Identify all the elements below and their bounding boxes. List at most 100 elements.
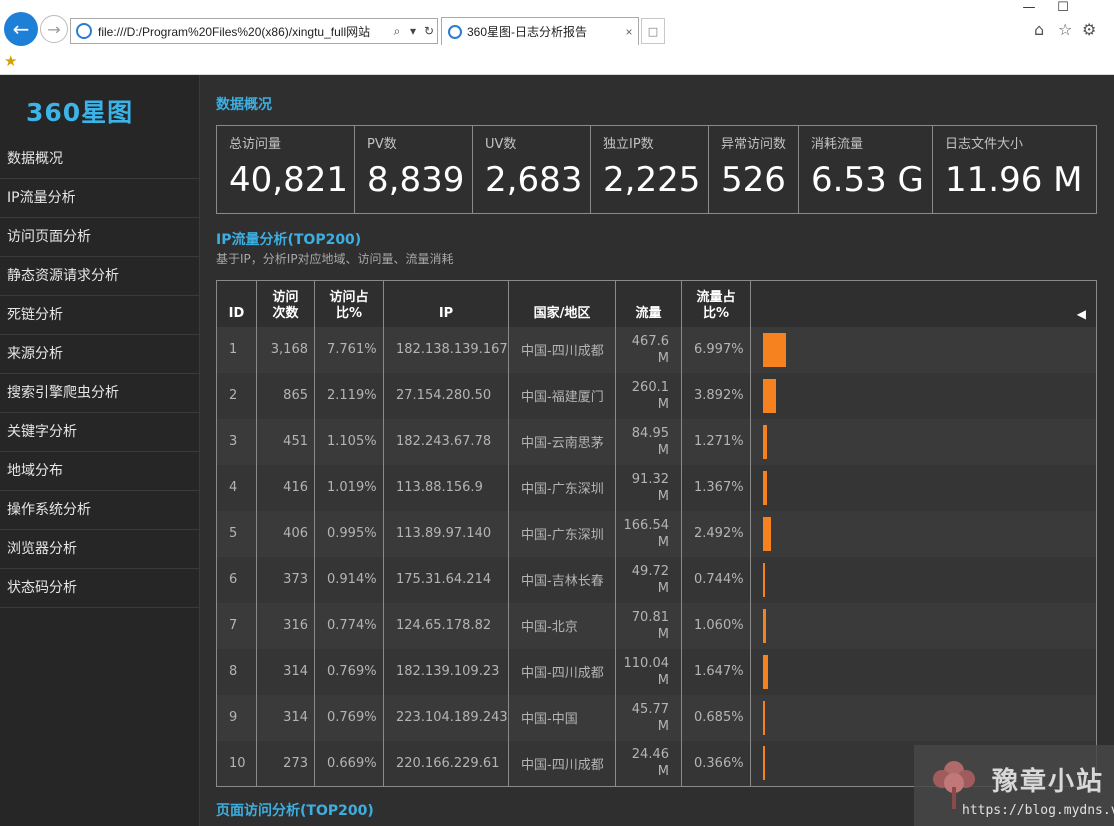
- stat-value: 2,225: [603, 160, 701, 200]
- ie-page-icon: [76, 23, 92, 39]
- cell-visits: 406: [256, 510, 315, 557]
- col-flow-share-label-1: 流量占: [696, 289, 736, 305]
- col-visits[interactable]: 访问 次数: [256, 280, 315, 327]
- cell-id: 9: [216, 694, 257, 741]
- cell-visits: 373: [256, 556, 315, 603]
- flow-share-bar: [763, 470, 768, 505]
- cell-region: 中国-中国: [508, 694, 616, 741]
- col-region[interactable]: 国家/地区: [508, 280, 616, 327]
- col-ip[interactable]: IP: [383, 280, 509, 327]
- address-bar[interactable]: file:///D:/Program%20Files%20(x86)/xingt…: [70, 18, 438, 44]
- cell-flow-share: 1.271%: [681, 418, 751, 465]
- table-row: 4 416 1.019% 113.88.156.9 中国-广东深圳 91.32 M 1.367…: [216, 464, 1097, 511]
- cell-id: 1: [216, 326, 257, 373]
- sidebar-item-os[interactable]: 操作系统分析: [0, 491, 200, 530]
- maximize-button[interactable]: ☐: [1048, 0, 1078, 15]
- col-flow-share[interactable]: 流量占 比%: [681, 280, 751, 327]
- flow-unit: M: [657, 626, 669, 642]
- flow-number: 166.54: [623, 517, 670, 533]
- new-tab-button[interactable]: □: [641, 18, 665, 44]
- flow-share-bar: [763, 746, 765, 781]
- stat-log-size: 日志文件大小 11.96 M: [933, 126, 1096, 213]
- cell-flow-share: 0.366%: [681, 740, 751, 787]
- search-icon[interactable]: ⌕: [389, 24, 405, 39]
- cell-ip: 220.166.229.61: [383, 740, 509, 787]
- flow-number: 260.1: [631, 379, 669, 395]
- sidebar-nav: 数据概况 IP流量分析 访问页面分析 静态资源请求分析 死链分析 来源分析 搜索…: [0, 140, 200, 608]
- col-share-label-1: 访问占: [329, 289, 369, 305]
- col-id[interactable]: ID: [216, 280, 257, 327]
- cell-ip: 182.243.67.78: [383, 418, 509, 465]
- refresh-icon[interactable]: ↻: [421, 24, 437, 38]
- cell-ip: 124.65.178.82: [383, 602, 509, 649]
- sidebar-item-overview[interactable]: 数据概况: [0, 140, 200, 179]
- app-logo[interactable]: 360星图: [26, 93, 133, 129]
- address-url[interactable]: file:///D:/Program%20Files%20(x86)/xingt…: [98, 23, 389, 40]
- cell-flow: 166.54 M: [615, 510, 682, 557]
- sidebar-item-crawlers[interactable]: 搜索引擎爬虫分析: [0, 374, 200, 413]
- cell-region: 中国-北京: [508, 602, 616, 649]
- stat-total-visits: 总访问量 40,821: [217, 126, 355, 213]
- cell-id: 6: [216, 556, 257, 603]
- home-icon[interactable]: ⌂: [1034, 20, 1044, 39]
- cell-ip: 223.104.189.243: [383, 694, 509, 741]
- stat-value: 40,821: [229, 160, 348, 200]
- cell-ip: 182.139.109.23: [383, 648, 509, 695]
- cell-flow-share: 1.647%: [681, 648, 751, 695]
- browser-tab[interactable]: 360星图-日志分析报告 ×: [441, 17, 639, 45]
- sidebar-item-browsers[interactable]: 浏览器分析: [0, 530, 200, 569]
- cell-flow-bar: [750, 602, 1097, 649]
- sidebar-item-ip-traffic[interactable]: IP流量分析: [0, 179, 200, 218]
- sidebar-item-page-visits[interactable]: 访问页面分析: [0, 218, 200, 257]
- forward-arrow-icon: →: [47, 19, 61, 39]
- sidebar-item-status-codes[interactable]: 状态码分析: [0, 569, 200, 608]
- cell-flow-bar: [750, 694, 1097, 741]
- cell-flow-bar: [750, 372, 1097, 419]
- sidebar-item-referrers[interactable]: 来源分析: [0, 335, 200, 374]
- stat-label: 总访问量: [229, 137, 282, 152]
- cell-flow-share: 2.492%: [681, 510, 751, 557]
- col-share-label-2: 比%: [335, 305, 363, 321]
- stat-abnormal: 异常访问数 526: [709, 126, 799, 213]
- collapse-left-icon[interactable]: ◀: [1077, 306, 1086, 322]
- col-flow[interactable]: 流量: [615, 280, 682, 327]
- forward-button[interactable]: →: [40, 15, 68, 43]
- favorites-bar-icon[interactable]: ★: [4, 52, 17, 70]
- overview-stats: 总访问量 40,821 PV数 8,839 UV数 2,683 独立IP数 2,…: [216, 125, 1097, 214]
- cell-visit-share: 0.669%: [314, 740, 384, 787]
- flow-share-bar: [763, 700, 766, 735]
- flow-number: 84.95: [631, 425, 669, 441]
- minimize-button[interactable]: —: [1014, 0, 1044, 15]
- cell-flow-bar: [750, 648, 1097, 695]
- close-tab-icon[interactable]: ×: [620, 25, 638, 39]
- col-visit-share[interactable]: 访问占 比%: [314, 280, 384, 327]
- cell-flow-share: 1.367%: [681, 464, 751, 511]
- table-row: 2 865 2.119% 27.154.280.50 中国-福建厦门 260.1 M 3.89…: [216, 372, 1097, 419]
- stat-value: 11.96 M: [945, 160, 1083, 200]
- back-arrow-icon: ←: [12, 17, 30, 41]
- cell-flow-bar: [750, 326, 1097, 373]
- cell-region: 中国-广东深圳: [508, 464, 616, 511]
- favorites-icon[interactable]: ☆: [1058, 20, 1072, 39]
- sidebar-item-regions[interactable]: 地域分布: [0, 452, 200, 491]
- page-analysis-title: 页面访问分析(TOP200): [216, 803, 374, 819]
- cell-visits: 416: [256, 464, 315, 511]
- settings-icon[interactable]: ⚙: [1082, 20, 1096, 39]
- dropdown-icon[interactable]: ▾: [405, 24, 421, 38]
- table-row: 1 3,168 7.761% 182.138.139.167 中国-四川成都 467.6 M…: [216, 326, 1097, 373]
- cell-flow-share: 1.060%: [681, 602, 751, 649]
- sidebar-item-keywords[interactable]: 关键字分析: [0, 413, 200, 452]
- cell-id: 7: [216, 602, 257, 649]
- cell-region: 中国-福建厦门: [508, 372, 616, 419]
- sidebar-item-dead-links[interactable]: 死链分析: [0, 296, 200, 335]
- back-button[interactable]: ←: [4, 12, 38, 46]
- cell-flow: 467.6 M: [615, 326, 682, 373]
- col-region-label: 国家/地区: [533, 305, 591, 321]
- cell-id: 10: [216, 740, 257, 787]
- cell-visits: 316: [256, 602, 315, 649]
- sidebar-item-static-resources[interactable]: 静态资源请求分析: [0, 257, 200, 296]
- cell-region: 中国-广东深圳: [508, 510, 616, 557]
- cell-visits: 314: [256, 694, 315, 741]
- stat-label: 日志文件大小: [945, 137, 1024, 152]
- cell-flow: 110.04 M: [615, 648, 682, 695]
